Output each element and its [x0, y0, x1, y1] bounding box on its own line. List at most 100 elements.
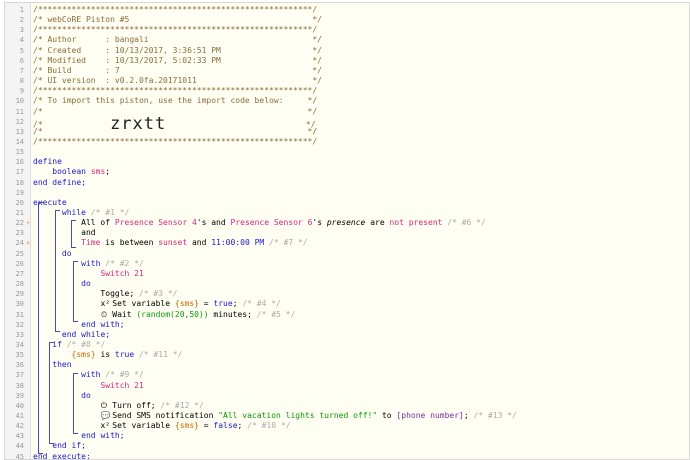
- code-token: Presence Sensor 4: [114, 218, 197, 228]
- code-token: {sms}: [71, 350, 96, 360]
- line-number: 30: [15, 300, 24, 309]
- code-line: 25 do: [5, 249, 689, 259]
- code-token: do: [81, 279, 91, 289]
- code-token: /* #1 */: [90, 208, 130, 217]
- code-token: and: [187, 238, 212, 248]
- code-editor[interactable]: 1 /**************************************…: [4, 2, 690, 460]
- code-token: /* Modified : 10/13/2017, 5:02:33 PM */: [33, 55, 322, 65]
- line-number: 9: [19, 87, 24, 96]
- line-number: 43: [15, 432, 24, 441]
- code-line: 23 and: [5, 228, 689, 238]
- line-number: 28: [15, 280, 24, 289]
- code-token: /* #7 */: [269, 238, 308, 248]
- code-token: (random(20,50)): [136, 309, 209, 319]
- line-number: 23: [15, 229, 24, 238]
- code-token: [phone number]: [396, 411, 464, 420]
- code-token: /* Created : 10/13/2017, 3:36:51 PM */: [33, 45, 322, 55]
- code-line: 3 /**************************************…: [5, 25, 689, 35]
- code-token: not present: [389, 218, 443, 228]
- code-token: end while;: [61, 329, 111, 339]
- line-number: 39: [15, 391, 24, 400]
- line-number: 20: [15, 198, 24, 207]
- line-number: 32: [15, 320, 24, 329]
- code-line: 8 /* UI version : v0.2.0fa.20171011 */: [5, 76, 689, 86]
- line-number: 42: [15, 422, 24, 431]
- code-token: presence: [326, 218, 366, 228]
- code-line: 44 end if;: [5, 441, 689, 451]
- code-token: is: [95, 350, 115, 360]
- with-bracket-2: [73, 373, 78, 434]
- code-line: 41 💬 Send SMS notification "All vacation…: [5, 411, 689, 421]
- code-token: {sms}: [174, 421, 199, 431]
- code-line: 40 ⏻ Turn off; /* #12 */: [5, 401, 689, 411]
- code-token: do: [61, 248, 72, 258]
- code-line: 5 /* Created : 10/13/2017, 3:36:51 PM */: [5, 46, 689, 56]
- code-token: true: [114, 350, 135, 360]
- line-number: 15: [15, 148, 24, 157]
- while-bracket: [55, 210, 60, 332]
- code-token: end if;: [52, 441, 86, 451]
- code-token: is between: [100, 238, 159, 248]
- line-number: 7: [19, 66, 24, 75]
- condition-bracket: [71, 220, 76, 248]
- line-number: 17: [15, 168, 24, 177]
- line-number: 5: [19, 46, 24, 55]
- code-token: while: [61, 208, 86, 217]
- code-token: Set variable: [107, 421, 175, 431]
- code-line: 21 while /* #1 */: [5, 208, 689, 218]
- code-line: 19: [5, 188, 689, 198]
- line-number: 11: [15, 107, 24, 116]
- code-token: 's and: [196, 218, 231, 228]
- code-line: 42 x² Set variable {sms} = false; /* #10…: [5, 421, 689, 431]
- line-number: 6: [19, 56, 24, 65]
- code-line: 27 Switch 21: [5, 269, 689, 279]
- code-token: /* #11 */: [138, 350, 183, 360]
- code-token: "All vacation lights turned off!": [218, 411, 378, 420]
- with-bracket-1: [73, 261, 78, 322]
- code-token: ;: [105, 167, 111, 177]
- line-number: 25: [15, 249, 24, 258]
- line-number: 29: [15, 290, 24, 299]
- line-number: 40: [15, 401, 24, 410]
- code-line: 13 /* */: [5, 127, 689, 137]
- code-line: 43 end with;: [5, 431, 689, 441]
- code-token: Time: [81, 238, 101, 248]
- code-token: Turn off;: [107, 400, 161, 410]
- code-token: Switch 21: [100, 268, 144, 278]
- line-number: 38: [15, 381, 24, 390]
- code-line: 6 /* Modified : 10/13/2017, 5:02:33 PM */: [5, 56, 689, 66]
- code-line: 28 do: [5, 279, 689, 289]
- code-line: 36 then: [5, 360, 689, 370]
- code-line: 20 execute: [5, 198, 689, 208]
- code-token: true: [213, 299, 233, 309]
- code-token: /* #13 */: [473, 411, 517, 420]
- line-number: 44: [15, 442, 24, 451]
- code-token: /* #12 */: [160, 400, 204, 410]
- code-line: 45 end execute;: [5, 452, 689, 460]
- code-token: /* #2 */: [105, 258, 144, 268]
- code-token: do: [81, 390, 91, 400]
- code-line: 30 x² Set variable {sms} = true; /* #4 *…: [5, 299, 689, 309]
- code-line: 2 /* webCoRE Piston #5 */: [5, 15, 689, 25]
- code-token: define: [33, 157, 62, 167]
- line-number: 16: [15, 158, 24, 167]
- code-token: end with;: [81, 319, 125, 329]
- code-token: ;: [463, 411, 474, 420]
- line-number: 37: [15, 371, 24, 380]
- code-token: are: [365, 218, 390, 228]
- trigger-icon: ⚡: [26, 239, 31, 248]
- code-token: sunset: [158, 238, 188, 248]
- line-number: 10: [15, 97, 24, 106]
- line-number: 45: [15, 452, 24, 460]
- code-line: 12/* zrxtt */: [5, 115, 689, 132]
- code-token: /***************************************…: [33, 136, 318, 146]
- code-line: 34 if /* #8 */: [5, 340, 689, 350]
- line-number: 4: [19, 36, 24, 45]
- execute-bracket: [38, 202, 43, 454]
- line-number: 2: [19, 16, 24, 25]
